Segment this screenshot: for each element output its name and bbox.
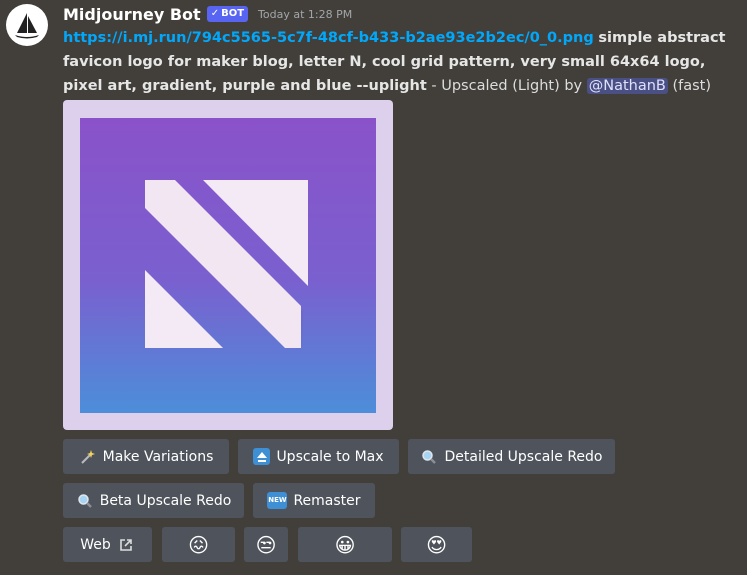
new-icon: NEW bbox=[267, 492, 288, 509]
rate-smiling-button[interactable]: 😀 bbox=[298, 527, 392, 562]
message-content: https://i.mj.run/794c5565-5c7f-48cf-b433… bbox=[63, 26, 743, 98]
upscale-arrow-icon bbox=[253, 448, 271, 465]
username[interactable]: Midjourney Bot bbox=[63, 5, 201, 24]
sparkles-icon bbox=[79, 448, 97, 466]
speed-label: (fast) bbox=[672, 78, 712, 94]
confounded-face-emoji: 😖 bbox=[188, 532, 209, 557]
detailed-upscale-redo-button[interactable]: Detailed Upscale Redo bbox=[408, 439, 615, 474]
bot-badge-label: BOT bbox=[221, 8, 245, 19]
checkmark-icon: ✓ bbox=[210, 8, 220, 19]
upscale-to-max-button[interactable]: Upscale to Max bbox=[238, 439, 399, 474]
image-link[interactable]: https://i.mj.run/794c5565-5c7f-48cf-b433… bbox=[63, 30, 594, 46]
generated-image[interactable] bbox=[63, 100, 393, 430]
upscale-suffix: - Upscaled (Light) by bbox=[431, 78, 583, 94]
user-mention[interactable]: @NathanB bbox=[586, 78, 668, 94]
beta-upscale-redo-button[interactable]: Beta Upscale Redo bbox=[63, 483, 244, 518]
web-label: Web bbox=[80, 536, 111, 553]
heart-eyes-emoji: 😍 bbox=[426, 532, 447, 557]
remaster-label: Remaster bbox=[293, 492, 361, 509]
timestamp: Today at 1:28 PM bbox=[258, 7, 353, 21]
upscale-to-max-label: Upscale to Max bbox=[276, 448, 384, 465]
rate-confounded-button[interactable]: 😖 bbox=[162, 527, 235, 562]
make-variations-button[interactable]: Make Variations bbox=[63, 439, 229, 474]
magnifier-icon bbox=[420, 448, 438, 466]
magnifier-icon bbox=[76, 492, 94, 510]
make-variations-label: Make Variations bbox=[102, 448, 214, 465]
web-button[interactable]: Web bbox=[63, 527, 152, 562]
sailboat-icon bbox=[15, 13, 39, 39]
smiling-face-emoji: 😀 bbox=[334, 532, 356, 557]
detailed-upscale-redo-label: Detailed Upscale Redo bbox=[444, 448, 603, 465]
remaster-button[interactable]: NEW Remaster bbox=[253, 483, 375, 518]
rate-unamused-button[interactable]: 😒 bbox=[244, 527, 288, 562]
avatar[interactable] bbox=[6, 4, 48, 46]
rate-heart-eyes-button[interactable]: 😍 bbox=[401, 527, 472, 562]
bot-badge: ✓ BOT bbox=[206, 6, 249, 22]
external-link-icon bbox=[117, 536, 135, 554]
unamused-face-emoji: 😒 bbox=[255, 532, 277, 557]
message-header: Midjourney Bot ✓ BOT Today at 1:28 PM bbox=[63, 3, 352, 25]
beta-upscale-redo-label: Beta Upscale Redo bbox=[99, 492, 232, 509]
